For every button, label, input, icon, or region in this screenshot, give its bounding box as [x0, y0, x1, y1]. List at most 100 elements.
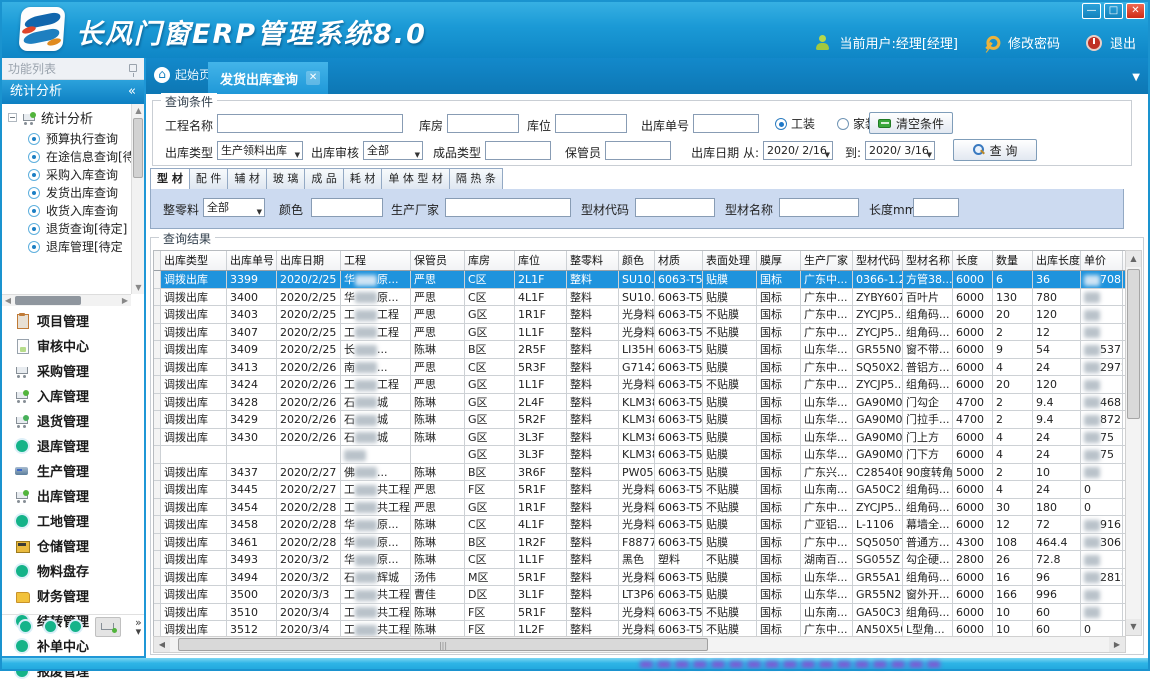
radio-unselected-icon[interactable]	[837, 118, 849, 130]
scroll-down-icon[interactable]: ▼	[1126, 619, 1141, 635]
quick-dot-icon[interactable]	[20, 621, 31, 632]
table-row[interactable]: 调拨出库34132020/2/26南...严思C区5R3F整料G71422606…	[154, 359, 1126, 377]
table-row[interactable]: 调拨出库34942020/3/2石辉城汤伟M区5R1F整料光身料6063-T5贴…	[154, 569, 1126, 587]
warehouse-input[interactable]	[447, 114, 519, 133]
table-row[interactable]: 调拨出库34092020/2/25长...陈琳B区2R5F整料LI35HD606…	[154, 341, 1126, 359]
column-header[interactable]: 表面处理	[703, 251, 757, 270]
grid-horizontal-scrollbar[interactable]: ◀ ▶	[153, 636, 1126, 653]
column-header[interactable]: 工程	[341, 251, 411, 270]
logout-button[interactable]: 退出	[1110, 33, 1136, 52]
quick-cart-button[interactable]	[95, 617, 121, 637]
radio-selected-icon[interactable]	[775, 118, 787, 130]
audit-select[interactable]: 全部	[363, 141, 423, 160]
tree-item[interactable]: 采购入库查询	[28, 166, 118, 183]
tree-root[interactable]: 统计分析	[8, 108, 93, 127]
column-header[interactable]: 库位	[515, 251, 567, 270]
material-tab[interactable]: 成 品	[305, 168, 344, 190]
column-header[interactable]: 型材代码	[853, 251, 903, 270]
table-row[interactable]: G区3L3F整料KLM38176063-T5贴膜国标山东华...GA90M09.…	[154, 446, 1126, 464]
table-row[interactable]: 调拨出库34282020/2/26石城陈琳G区2L4F整料KLM38176063…	[154, 394, 1126, 412]
material-tab[interactable]: 型 材	[150, 168, 190, 190]
pin-icon[interactable]	[129, 64, 137, 72]
column-header[interactable]: 保管员	[411, 251, 465, 270]
material-tab[interactable]: 辅 材	[228, 168, 267, 190]
sidebar-group-production[interactable]: 生产管理	[2, 458, 144, 483]
outbound-type-select[interactable]: 生产领料出库	[217, 141, 303, 160]
table-row[interactable]: 调拨出库34032020/2/25工工程严思G区1R1F整料光身料6063-T5…	[154, 306, 1126, 324]
table-row[interactable]: 调拨出库35102020/3/4工共工程陈琳F区5R1F整料光身料6063-T5…	[154, 604, 1126, 622]
scroll-up-icon[interactable]: ▲	[132, 104, 144, 117]
table-row[interactable]: 调拨出库33992020/2/25华原...严思C区2L1F整料SU10...6…	[154, 271, 1126, 289]
table-row[interactable]: 调拨出库34292020/2/26石城陈琳G区5R2F整料KLM38176063…	[154, 411, 1126, 429]
scroll-left-icon[interactable]: ◀	[2, 295, 14, 306]
scroll-up-icon[interactable]: ▲	[1126, 251, 1141, 267]
location-input[interactable]	[555, 114, 627, 133]
sidebar-group-cart-return[interactable]: 退货管理	[2, 408, 144, 433]
column-header[interactable]: 型材名称	[903, 251, 953, 270]
table-row[interactable]: 调拨出库34542020/2/28工共工程严思G区1R1F整料光身料6063-T…	[154, 499, 1126, 517]
material-tab[interactable]: 玻 璃	[267, 168, 306, 190]
column-header[interactable]: 库房	[465, 251, 515, 270]
clear-conditions-button[interactable]: 清空条件	[869, 112, 953, 134]
scroll-right-icon[interactable]: ▶	[119, 295, 131, 306]
profile-code-input[interactable]	[635, 198, 715, 217]
tree-expand-icon[interactable]	[8, 113, 17, 122]
close-button[interactable]: ✕	[1126, 3, 1145, 19]
overflow-chevron[interactable]: »▾	[135, 618, 142, 636]
product-type-input[interactable]	[485, 141, 551, 160]
whole-part-select[interactable]: 全部	[203, 198, 265, 217]
column-header[interactable]: 材质	[655, 251, 703, 270]
table-row[interactable]: 调拨出库34002020/2/25华原...严思C区4L1F整料SU10...6…	[154, 289, 1126, 307]
material-tab[interactable]: 隔 热 条	[450, 168, 503, 190]
table-row[interactable]: 调拨出库34372020/2/27佛...陈琳B区3R6F整料PW056063-…	[154, 464, 1126, 482]
change-password-button[interactable]: 修改密码	[1008, 33, 1060, 52]
table-row[interactable]: 调拨出库34582020/2/28华原...陈琳C区4L1F整料光身料6063-…	[154, 516, 1126, 534]
tree-item[interactable]: 收货入库查询	[28, 202, 118, 219]
date-to-select[interactable]: 2020/ 3/16	[865, 141, 935, 160]
tree-item[interactable]: 发货出库查询	[28, 184, 118, 201]
column-header[interactable]: 出库类型	[161, 251, 227, 270]
order-no-input[interactable]	[693, 114, 759, 133]
material-tab[interactable]: 单 体 型 材	[382, 168, 450, 190]
date-from-select[interactable]: 2020/ 2/16	[763, 141, 833, 160]
radio-gongzhuang[interactable]: 工装	[775, 115, 815, 132]
column-header[interactable]: 长度	[953, 251, 993, 270]
profile-name-input[interactable]	[779, 198, 859, 217]
tree-item[interactable]: 在途信息查询[待	[28, 148, 135, 165]
sidebar-group-dot[interactable]: 物料盘存	[2, 558, 144, 583]
column-header[interactable]: 生产厂家	[801, 251, 853, 270]
tab-home[interactable]: 起始页	[154, 66, 211, 83]
maximize-button[interactable]: □	[1104, 3, 1123, 19]
sidebar-group-clip[interactable]: 项目管理	[2, 308, 144, 333]
search-button[interactable]: 查 询	[953, 139, 1037, 161]
table-row[interactable]: 调拨出库34072020/2/25工工程严思G区1L1F整料光身料6063-T5…	[154, 324, 1126, 342]
column-header[interactable]: 膜厚	[757, 251, 801, 270]
column-header[interactable]: 数量	[993, 251, 1033, 270]
quick-dot-icon[interactable]	[70, 621, 81, 632]
material-tab[interactable]: 配 件	[190, 168, 229, 190]
keeper-input[interactable]	[605, 141, 671, 160]
tab-close-icon[interactable]: ✕	[306, 71, 320, 85]
sidebar-group-cart-in[interactable]: 入库管理	[2, 383, 144, 408]
column-header[interactable]: 出库日期	[277, 251, 341, 270]
length-input[interactable]	[913, 198, 959, 217]
tab-overflow-arrow-icon[interactable]: ▼	[1132, 72, 1140, 83]
tree-item[interactable]: 退货查询[待定]	[28, 220, 127, 237]
sidebar-group-cart[interactable]: 采购管理	[2, 358, 144, 383]
column-header[interactable]: 出库长度	[1033, 251, 1081, 270]
column-header[interactable]: 单价	[1081, 251, 1123, 270]
table-row[interactable]: 调拨出库34452020/2/27工共工程严思F区5R1F整料光身料6063-T…	[154, 481, 1126, 499]
color-input[interactable]	[311, 198, 383, 217]
minimize-button[interactable]: —	[1082, 3, 1101, 19]
column-header[interactable]: 颜色	[619, 251, 655, 270]
sidebar-group-dot[interactable]: 退库管理	[2, 433, 144, 458]
table-row[interactable]: 调拨出库34932020/3/2华原...陈琳C区1L1F整料黑色塑料不贴膜国标…	[154, 551, 1126, 569]
sidebar-group-cart-out[interactable]: 出库管理	[2, 483, 144, 508]
table-row[interactable]: 调拨出库35002020/3/3工共工程曹佳D区3L1F整料LT3P606063…	[154, 586, 1126, 604]
tree-item[interactable]: 退库管理[待定	[28, 238, 123, 255]
tab-active[interactable]: 发货出库查询 ✕	[208, 62, 328, 94]
scroll-left-icon[interactable]: ◀	[154, 637, 170, 652]
column-header[interactable]: 出库单号	[227, 251, 277, 270]
project-name-input[interactable]	[217, 114, 403, 133]
scroll-down-icon[interactable]: ▼	[132, 281, 144, 294]
